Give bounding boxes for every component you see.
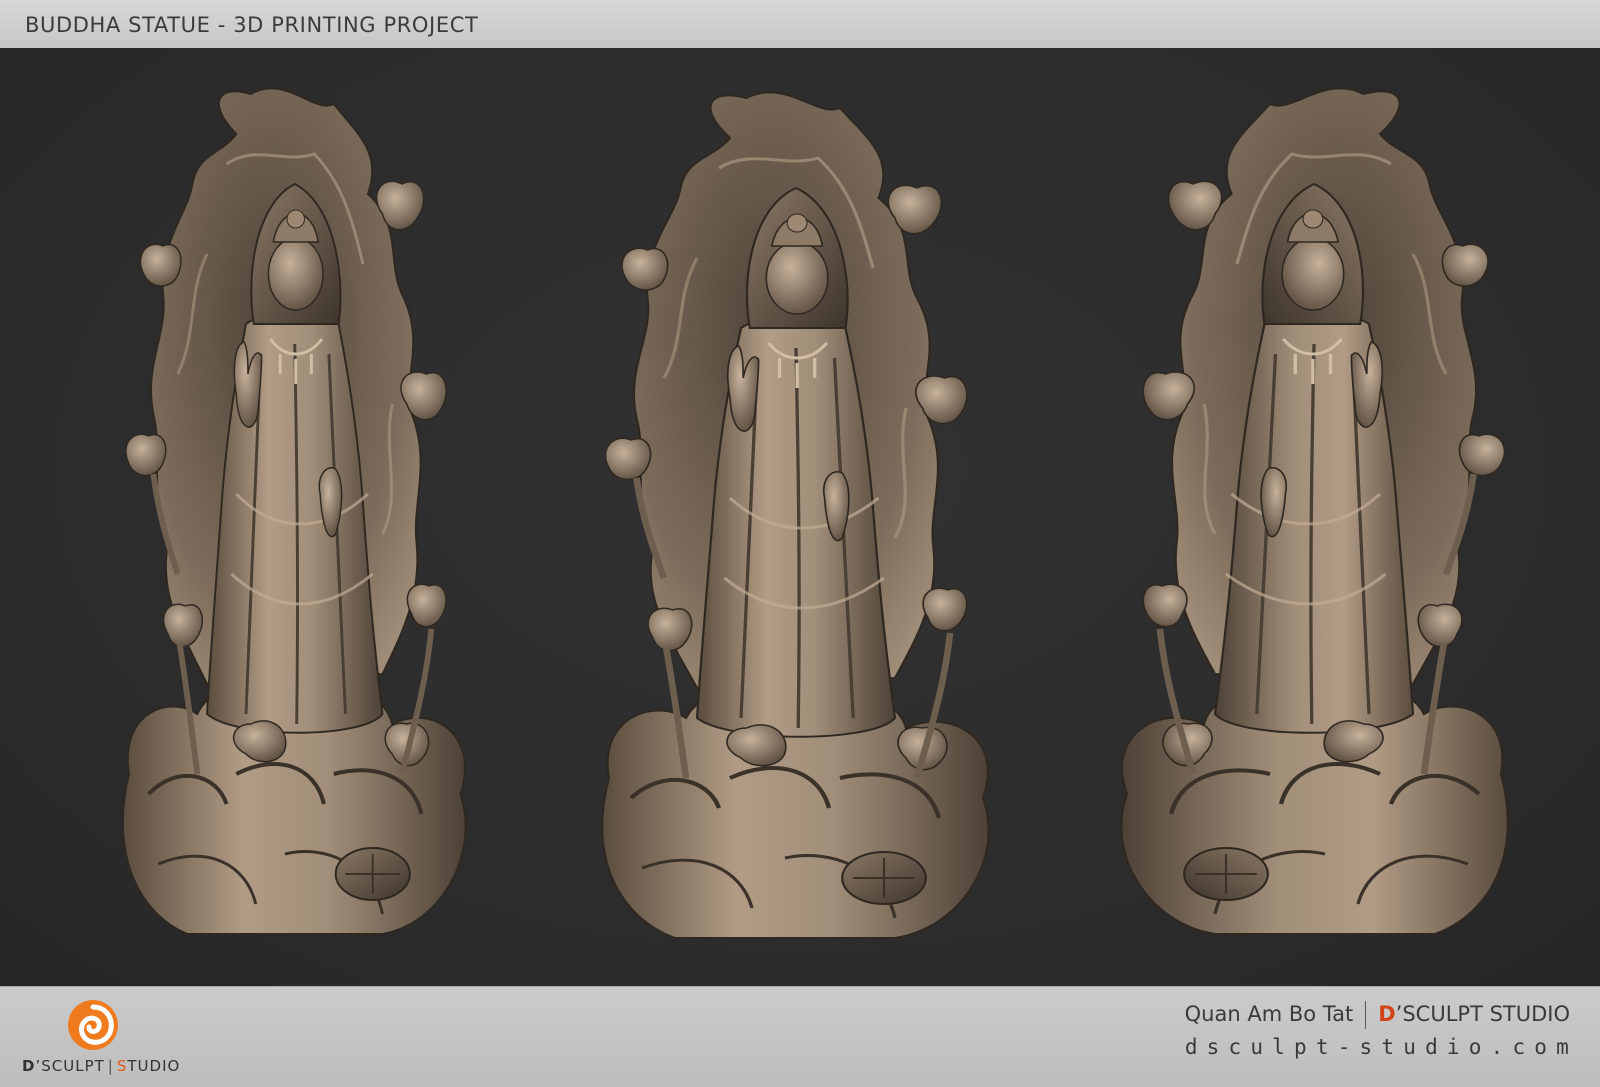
logo-brand-initial: D [22,1057,36,1075]
credits: Quan Am Bo Tat D’SCULPT STUDIO dsculpt-st… [1185,1001,1570,1059]
studio-name-initial: D [1378,1002,1396,1026]
logo-brand-rest: SCULPT [41,1057,105,1075]
title-bar: BUDDHA STATUE - 3D PRINTING PROJECT [0,0,1600,49]
statue-view-right [1105,74,1545,954]
logo-wordmark: D’SCULPT | STUDIO [22,1057,180,1075]
studio-name: ’SCULPT STUDIO [1395,1002,1570,1026]
swirl-logo-icon [68,1000,118,1050]
statue-view-left [90,74,480,954]
credits-line: Quan Am Bo Tat D’SCULPT STUDIO [1185,1001,1570,1029]
studio-logo: D’SCULPT | STUDIO [18,997,188,1083]
statue-view-front [565,78,1005,958]
render-viewport [0,48,1600,986]
logo-studio-initial: S [116,1057,128,1075]
credits-divider [1365,1001,1367,1029]
footer: D’SCULPT | STUDIO Quan Am Bo Tat D’SCULPT S… [0,986,1600,1087]
page-title: BUDDHA STATUE - 3D PRINTING PROJECT [25,13,479,37]
website-link[interactable]: dsculpt-studio.com [1185,1035,1578,1059]
logo-studio-rest: TUDIO [127,1057,181,1075]
subject-name: Quan Am Bo Tat [1184,1002,1354,1026]
logo-separator: | [107,1057,114,1075]
